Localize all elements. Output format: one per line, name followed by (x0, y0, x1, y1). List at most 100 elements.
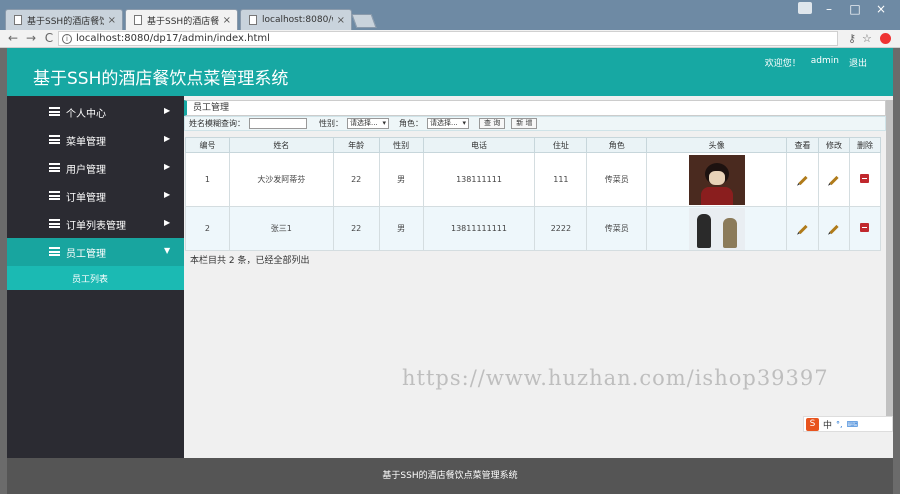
new-tab-button[interactable] (351, 14, 377, 28)
ime-language[interactable]: 中 (823, 418, 832, 431)
reload-button[interactable]: C (42, 31, 56, 45)
tab-title: 基于SSH的酒店餐饮点菜 (147, 16, 219, 27)
browser-tab-3[interactable]: localhost:8080/webtor × (240, 9, 352, 30)
sidebar-item-menu-management[interactable]: 菜单管理 ▶ (7, 126, 184, 154)
stack-icon (49, 191, 60, 200)
url-input[interactable]: i localhost:8080/dp17/admin/index.html (58, 31, 838, 46)
bookmark-star-icon[interactable]: ☆ (862, 32, 872, 45)
cell-gender: 男 (378, 206, 424, 251)
cell-delete (848, 206, 882, 251)
address-bar: ← → C i localhost:8080/dp17/admin/index.… (0, 30, 900, 48)
chevron-right-icon: ▶ (164, 134, 171, 143)
breadcrumb: 员工管理 (184, 100, 886, 116)
cell-age: 22 (332, 206, 380, 251)
staff-table: 编号 姓名 年龄 性别 电话 住址 角色 头像 查看 修改 删除 1 大沙发阿蒂… (185, 137, 882, 251)
edit-pencil-icon[interactable] (829, 175, 839, 186)
tab-title: 基于SSH的酒店餐饮点菜 (27, 16, 104, 27)
document-icon (249, 15, 257, 25)
view-pencil-icon[interactable] (797, 224, 808, 235)
col-header-delete: 删除 (848, 137, 882, 153)
browser-tab-1[interactable]: 基于SSH的酒店餐饮点菜 × (5, 9, 123, 30)
table-header-row: 编号 姓名 年龄 性别 电话 住址 角色 头像 查看 修改 删除 (185, 137, 882, 153)
col-header-avatar: 头像 (646, 137, 788, 153)
sidebar-item-label: 个人中心 (66, 108, 106, 120)
browser-tab-2[interactable]: 基于SSH的酒店餐饮点菜 × (125, 9, 238, 30)
sidebar-item-user-management[interactable]: 用户管理 ▶ (7, 154, 184, 182)
cell-name: 大沙发阿蒂芬 (228, 152, 334, 207)
sidebar-item-label: 菜单管理 (66, 136, 106, 148)
info-icon[interactable]: i (62, 33, 72, 44)
dropdown-arrow-icon: ▾ (462, 119, 466, 127)
col-header-gender: 性别 (378, 137, 424, 153)
cell-age: 22 (332, 152, 380, 207)
extension-icon[interactable] (880, 33, 891, 44)
col-header-id: 编号 (185, 137, 230, 153)
delete-icon[interactable] (860, 174, 870, 183)
cell-view (786, 152, 820, 207)
profile-icon[interactable] (798, 2, 812, 14)
close-window-button[interactable]: × (868, 2, 894, 16)
cell-view (786, 206, 820, 251)
sidebar-subitem-staff-list[interactable]: 员工列表 (7, 266, 184, 290)
watermark-text: https://www.huzhan.com/ishop39397 (402, 366, 829, 390)
edit-pencil-icon[interactable] (829, 224, 839, 235)
stack-icon (49, 135, 60, 144)
username-link[interactable]: admin (811, 56, 839, 69)
ime-toolbar[interactable]: S 中 °, ⌨ (803, 416, 893, 432)
key-icon[interactable]: ⚷ (848, 32, 856, 45)
stack-icon (49, 247, 60, 256)
url-text: localhost:8080/dp17/admin/index.html (76, 33, 270, 44)
stack-icon (49, 219, 60, 228)
document-icon (134, 15, 142, 25)
cell-avatar (646, 206, 788, 251)
gender-select-value: 请选择... (350, 119, 378, 127)
name-search-input[interactable] (249, 118, 307, 129)
ime-punctuation-icon[interactable]: °, (836, 420, 843, 429)
ime-keyboard-icon[interactable]: ⌨ (847, 420, 859, 429)
sidebar-item-order-management[interactable]: 订单管理 ▶ (7, 182, 184, 210)
sidebar-item-order-list-management[interactable]: 订单列表管理 ▶ (7, 210, 184, 238)
chevron-down-icon: ▼ (164, 246, 171, 255)
role-select[interactable]: 请选择... ▾ (427, 118, 469, 129)
ime-logo-icon: S (806, 417, 819, 431)
table-row: 2 张三1 22 男 13811111111 2222 传菜员 (185, 206, 882, 251)
role-select-value: 请选择... (430, 119, 458, 127)
search-button[interactable]: 查 询 (479, 118, 506, 129)
maximize-button[interactable]: □ (842, 2, 868, 16)
chevron-right-icon: ▶ (164, 218, 171, 227)
sidebar-item-staff-management[interactable]: 员工管理 ▼ (7, 238, 184, 266)
cell-name: 张三1 (228, 206, 334, 251)
cell-avatar (646, 152, 788, 207)
avatar-figure-left (696, 213, 711, 248)
col-header-phone: 电话 (422, 137, 536, 153)
cell-id: 1 (185, 152, 230, 207)
cell-edit (818, 152, 850, 207)
record-summary: 本栏目共 2 条，已经全部列出 (190, 256, 310, 266)
cell-address: 111 (534, 152, 588, 207)
sidebar-item-personal-center[interactable]: 个人中心 ▶ (7, 98, 184, 126)
close-tab-icon[interactable]: × (223, 15, 231, 26)
add-button[interactable]: 新 增 (511, 118, 538, 129)
avatar-figure-right (722, 217, 737, 248)
name-search-label: 姓名模糊查询： (189, 119, 245, 128)
search-bar: 姓名模糊查询： 性别： 请选择... ▾ 角色： 请选择... ▾ 查 询 新 … (184, 116, 886, 131)
avatar-body (700, 186, 733, 205)
view-pencil-icon[interactable] (797, 175, 808, 186)
minimize-button[interactable]: – (816, 2, 842, 16)
col-header-edit: 修改 (818, 137, 850, 153)
gender-label: 性别： (319, 119, 343, 128)
stack-icon (49, 163, 60, 172)
close-tab-icon[interactable]: × (108, 15, 116, 26)
gender-select[interactable]: 请选择... ▾ (347, 118, 389, 129)
back-button[interactable]: ← (6, 31, 20, 45)
cell-delete (848, 152, 882, 207)
delete-icon[interactable] (860, 223, 870, 232)
close-tab-icon[interactable]: × (337, 15, 345, 26)
welcome-text: 欢迎您！ (764, 59, 801, 69)
col-header-address: 住址 (534, 137, 588, 153)
content-scrollbar[interactable] (886, 100, 893, 416)
avatar-face (708, 170, 725, 185)
logout-link[interactable]: 退出 (849, 56, 867, 69)
forward-button[interactable]: → (24, 31, 38, 45)
col-header-age: 年龄 (332, 137, 380, 153)
